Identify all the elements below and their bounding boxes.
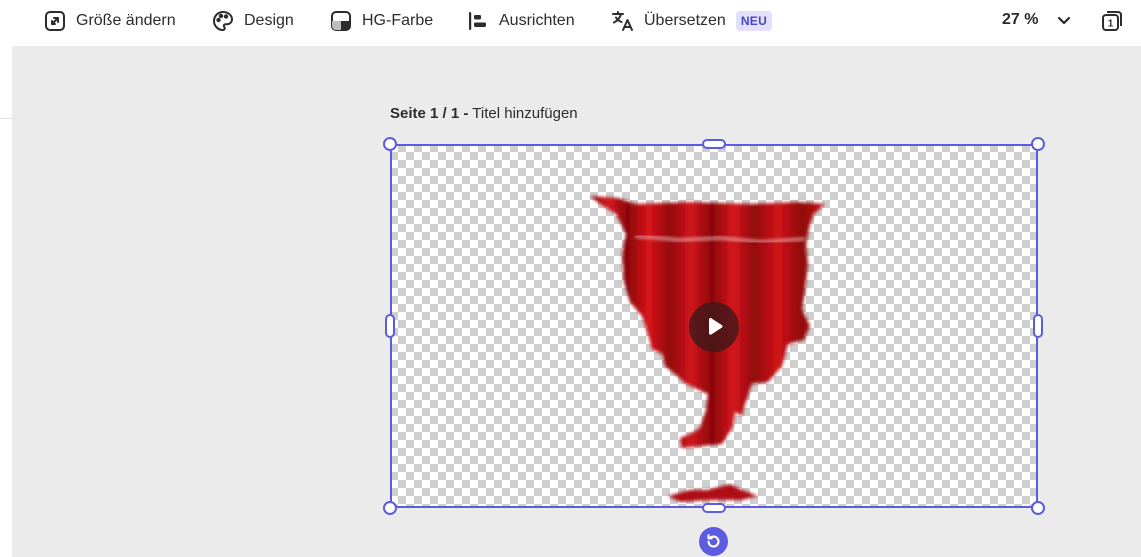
background-color-button[interactable]: HG-Farbe: [329, 8, 433, 34]
resize-handle-bottom-left[interactable]: [383, 501, 397, 515]
play-button[interactable]: [689, 302, 739, 352]
page-header[interactable]: Seite 1 / 1 - Titel hinzufügen: [390, 105, 578, 122]
resize-handle-top[interactable]: [702, 139, 726, 149]
play-icon: [709, 317, 723, 335]
translate-icon: [612, 11, 633, 31]
resize-handle-left[interactable]: [385, 314, 395, 338]
resize-handle-bottom[interactable]: [702, 503, 726, 513]
align-left-icon: [469, 12, 486, 30]
pages-icon[interactable]: 1: [1100, 9, 1124, 33]
rotate-icon: [707, 534, 720, 548]
translate-label: Übersetzen: [644, 12, 726, 29]
panel-divider: [0, 118, 12, 119]
align-button[interactable]: Ausrichten: [466, 8, 575, 34]
left-panel-strip: [0, 46, 12, 557]
resize-handle-right[interactable]: [1033, 314, 1043, 338]
align-label: Ausrichten: [499, 12, 575, 29]
zoom-level[interactable]: 27 %: [1002, 11, 1038, 29]
design-label: Design: [244, 12, 294, 29]
resize-handle-top-right[interactable]: [1031, 137, 1045, 151]
chevron-down-icon[interactable]: [1056, 12, 1072, 28]
resize-label: Größe ändern: [76, 12, 176, 29]
design-button[interactable]: Design: [211, 8, 294, 34]
page-count: 1: [1108, 19, 1114, 30]
new-badge: NEU: [735, 11, 773, 31]
background-color-label: HG-Farbe: [362, 12, 434, 29]
palette-icon: [213, 10, 234, 32]
resize-handle-top-left[interactable]: [383, 137, 397, 151]
top-toolbar: Größe ändern Design HG-Farbe Ausrichten: [0, 0, 1141, 46]
rotate-button[interactable]: [699, 527, 728, 556]
background-color-icon: [331, 11, 351, 31]
translate-button[interactable]: Übersetzen NEU: [611, 8, 773, 34]
page-indicator: Seite 1 / 1 -: [390, 105, 469, 122]
page-title-input[interactable]: Titel hinzufügen: [472, 105, 577, 122]
resize-icon: [45, 11, 65, 31]
resize-button[interactable]: Größe ändern: [43, 8, 176, 34]
resize-handle-bottom-right[interactable]: [1031, 501, 1045, 515]
